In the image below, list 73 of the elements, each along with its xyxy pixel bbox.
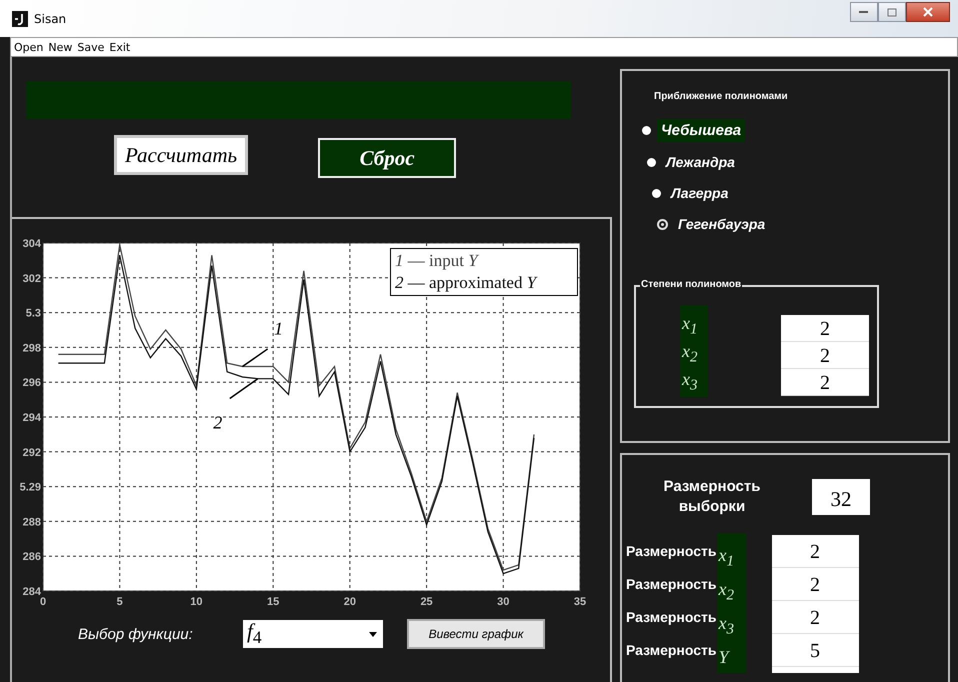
minimize-button[interactable]: [850, 2, 878, 22]
variable-label: x$_{2}$: [680, 340, 698, 365]
dimension-label: Размерность: [626, 542, 716, 561]
radio-label[interactable]: Лежандра: [662, 151, 739, 173]
y-tick-label: 5.29: [20, 482, 41, 494]
function-label: Выбор функции:: [78, 626, 194, 642]
dimension-field[interactable]: 2: [772, 601, 858, 634]
x-tick-label: 15: [267, 596, 280, 608]
variable-label: x$_{3}$: [680, 368, 698, 393]
y-tick-label: 302: [22, 272, 41, 285]
close-icon: [922, 7, 934, 17]
menu-item[interactable]: Open: [14, 40, 44, 54]
close-button[interactable]: [906, 2, 950, 22]
leader-line: [242, 348, 268, 368]
maximize-button[interactable]: [878, 2, 906, 22]
panel-title: Приближение полиномами: [654, 91, 789, 102]
group-title: Степени полиномов: [640, 279, 742, 290]
sample-size-label: Размерность выборки: [662, 477, 762, 517]
y-tick-label: 294: [22, 412, 41, 424]
menu-item[interactable]: Save: [77, 40, 104, 54]
dimension-field[interactable]: 2: [772, 568, 858, 601]
y-tick-label: 298: [22, 342, 41, 354]
curve-label: 2: [213, 412, 222, 433]
dimension-field[interactable]: 2: [772, 535, 858, 568]
x-tick-label: 10: [190, 596, 203, 608]
variable-label: x$_{1}$: [717, 544, 735, 569]
x-tick-label: 35: [574, 596, 586, 608]
variable-label: x$_{3}$: [717, 612, 735, 637]
maximize-icon: [887, 8, 897, 16]
y-tick-label: 5.3: [26, 308, 41, 320]
variable-label: Y: [718, 646, 731, 669]
degree-field[interactable]: 2: [781, 342, 869, 369]
degree-field[interactable]: 2: [781, 369, 869, 396]
legend-entry: 1 — input Y: [395, 250, 480, 272]
dimension-field[interactable]: 5: [772, 634, 858, 667]
sample-size-field[interactable]: 32: [812, 479, 870, 515]
radio-button[interactable]: [657, 218, 668, 230]
curve-label: 1: [274, 318, 283, 339]
variable-label: x$_{2}$: [717, 578, 735, 603]
x-tick-label: 0: [40, 596, 46, 608]
plot-button[interactable]: Вивести график: [407, 619, 545, 649]
app-icon: [12, 10, 28, 26]
dimension-label: Размерность: [626, 575, 716, 594]
radio-label[interactable]: Чебышева: [657, 119, 746, 142]
variable-label: x$_{1}$: [680, 312, 698, 337]
menu-item[interactable]: Exit: [109, 40, 130, 54]
y-tick-label: 296: [22, 377, 41, 390]
action-button[interactable]: Сброс: [318, 138, 456, 178]
radio-button[interactable]: [652, 188, 661, 198]
dimension-label: Размерность: [626, 641, 716, 660]
radio-label[interactable]: Гегенбауэра: [674, 213, 770, 235]
window-title: Sisan: [34, 12, 66, 26]
dimension-label: Размерность: [626, 608, 716, 627]
y-tick-label: 284: [22, 586, 41, 598]
y-tick-label: 286: [22, 551, 41, 564]
x-tick-label: 5: [116, 596, 123, 608]
x-tick-label: 30: [497, 596, 510, 608]
radio-button[interactable]: [647, 158, 656, 166]
leader-line: [229, 378, 258, 400]
x-tick-label: 20: [344, 596, 356, 608]
x-tick-label: 25: [420, 596, 433, 608]
function-dropdown[interactable]: f$_{4}$: [243, 620, 383, 648]
menu-item[interactable]: New: [48, 40, 72, 54]
radio-label[interactable]: Лагерра: [667, 182, 732, 204]
y-tick-label: 288: [22, 516, 41, 528]
y-tick-label: 304: [22, 238, 41, 250]
action-button[interactable]: Рассчитать: [114, 135, 248, 175]
y-tick-label: 292: [22, 446, 41, 459]
minimize-icon: [859, 10, 869, 14]
dropdown-arrow-icon: [369, 632, 377, 636]
legend-entry: 2 — approximated Y: [395, 272, 539, 294]
degree-field[interactable]: 2: [781, 315, 869, 342]
radio-button[interactable]: [642, 126, 651, 135]
